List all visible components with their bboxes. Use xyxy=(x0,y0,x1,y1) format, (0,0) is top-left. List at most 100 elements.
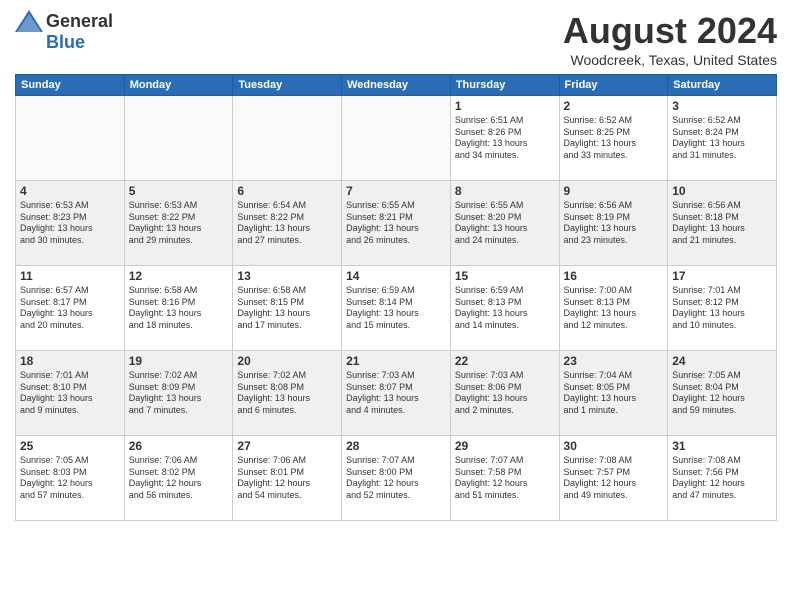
day-info: Sunrise: 6:53 AMSunset: 8:23 PMDaylight:… xyxy=(20,200,120,247)
table-row: 13Sunrise: 6:58 AMSunset: 8:15 PMDayligh… xyxy=(233,266,342,351)
col-sunday: Sunday xyxy=(16,75,125,96)
day-info: Sunrise: 6:55 AMSunset: 8:21 PMDaylight:… xyxy=(346,200,446,247)
day-number: 3 xyxy=(672,99,772,113)
day-info: Sunrise: 7:02 AMSunset: 8:09 PMDaylight:… xyxy=(129,370,229,417)
table-row: 18 Sunrise: 7:01 AMSunset: 8:10 PMDayligh… xyxy=(16,351,125,436)
day-info: Sunrise: 6:57 AMSunset: 8:17 PMDaylight:… xyxy=(20,285,120,332)
table-row: 1 Sunrise: 6:51 AMSunset: 8:26 PMDaylight… xyxy=(450,96,559,181)
day-info: Sunrise: 6:53 AMSunset: 8:22 PMDaylight:… xyxy=(129,200,229,247)
day-info: Sunrise: 7:01 AMSunset: 8:10 PMDaylight:… xyxy=(20,370,120,417)
table-row: 31Sunrise: 7:08 AMSunset: 7:56 PMDayligh… xyxy=(668,436,777,521)
table-row xyxy=(16,96,125,181)
day-info: Sunrise: 6:55 AMSunset: 8:20 PMDaylight:… xyxy=(455,200,555,247)
table-row: 17Sunrise: 7:01 AMSunset: 8:12 PMDayligh… xyxy=(668,266,777,351)
day-number: 26 xyxy=(129,439,229,453)
day-number: 1 xyxy=(455,99,555,113)
day-info: Sunrise: 7:04 AMSunset: 8:05 PMDaylight:… xyxy=(564,370,664,417)
table-row: 24 Sunrise: 7:05 AMSunset: 8:04 PMDayligh… xyxy=(668,351,777,436)
day-number: 9 xyxy=(564,184,664,198)
day-info: Sunrise: 7:07 AMSunset: 8:00 PMDaylight:… xyxy=(346,455,446,502)
table-row: 16 Sunrise: 7:00 AMSunset: 8:13 PMDayligh… xyxy=(559,266,668,351)
table-row: 29 Sunrise: 7:07 AMSunset: 7:58 PMDayligh… xyxy=(450,436,559,521)
calendar-week-row: 4 Sunrise: 6:53 AMSunset: 8:23 PMDaylight… xyxy=(16,181,777,266)
day-number: 21 xyxy=(346,354,446,368)
month-title: August 2024 xyxy=(563,10,777,52)
day-number: 20 xyxy=(237,354,337,368)
day-number: 15 xyxy=(455,269,555,283)
table-row: 10 Sunrise: 6:56 AMSunset: 8:18 PMDayligh… xyxy=(668,181,777,266)
location: Woodcreek, Texas, United States xyxy=(563,52,777,68)
day-info: Sunrise: 7:00 AMSunset: 8:13 PMDaylight:… xyxy=(564,285,664,332)
day-number: 27 xyxy=(237,439,337,453)
table-row: 7 Sunrise: 6:55 AMSunset: 8:21 PMDaylight… xyxy=(342,181,451,266)
calendar-header-row: Sunday Monday Tuesday Wednesday Thursday… xyxy=(16,75,777,96)
calendar-week-row: 1 Sunrise: 6:51 AMSunset: 8:26 PMDaylight… xyxy=(16,96,777,181)
col-monday: Monday xyxy=(124,75,233,96)
table-row: 21Sunrise: 7:03 AMSunset: 8:07 PMDayligh… xyxy=(342,351,451,436)
table-row: 20 Sunrise: 7:02 AMSunset: 8:08 PMDayligh… xyxy=(233,351,342,436)
day-info: Sunrise: 6:59 AMSunset: 8:14 PMDaylight:… xyxy=(346,285,446,332)
page: General Blue August 2024 Woodcreek, Texa… xyxy=(0,0,792,531)
table-row: 15 Sunrise: 6:59 AMSunset: 8:13 PMDayligh… xyxy=(450,266,559,351)
day-info: Sunrise: 6:56 AMSunset: 8:18 PMDaylight:… xyxy=(672,200,772,247)
logo: General Blue xyxy=(15,10,113,53)
table-row: 30Sunrise: 7:08 AMSunset: 7:57 PMDayligh… xyxy=(559,436,668,521)
table-row xyxy=(124,96,233,181)
table-row: 3Sunrise: 6:52 AMSunset: 8:24 PMDaylight… xyxy=(668,96,777,181)
day-info: Sunrise: 6:59 AMSunset: 8:13 PMDaylight:… xyxy=(455,285,555,332)
day-info: Sunrise: 7:08 AMSunset: 7:56 PMDaylight:… xyxy=(672,455,772,502)
title-area: August 2024 Woodcreek, Texas, United Sta… xyxy=(563,10,777,68)
day-info: Sunrise: 6:58 AMSunset: 8:16 PMDaylight:… xyxy=(129,285,229,332)
day-number: 14 xyxy=(346,269,446,283)
day-number: 5 xyxy=(129,184,229,198)
table-row: 23 Sunrise: 7:04 AMSunset: 8:05 PMDayligh… xyxy=(559,351,668,436)
table-row: 12Sunrise: 6:58 AMSunset: 8:16 PMDayligh… xyxy=(124,266,233,351)
day-number: 28 xyxy=(346,439,446,453)
table-row: 26Sunrise: 7:06 AMSunset: 8:02 PMDayligh… xyxy=(124,436,233,521)
table-row: 6 Sunrise: 6:54 AMSunset: 8:22 PMDaylight… xyxy=(233,181,342,266)
day-info: Sunrise: 6:56 AMSunset: 8:19 PMDaylight:… xyxy=(564,200,664,247)
day-info: Sunrise: 6:54 AMSunset: 8:22 PMDaylight:… xyxy=(237,200,337,247)
table-row: 25 Sunrise: 7:05 AMSunset: 8:03 PMDayligh… xyxy=(16,436,125,521)
table-row: 5 Sunrise: 6:53 AMSunset: 8:22 PMDaylight… xyxy=(124,181,233,266)
day-info: Sunrise: 7:03 AMSunset: 8:06 PMDaylight:… xyxy=(455,370,555,417)
day-number: 4 xyxy=(20,184,120,198)
table-row: 27 Sunrise: 7:06 AMSunset: 8:01 PMDayligh… xyxy=(233,436,342,521)
day-number: 2 xyxy=(564,99,664,113)
table-row: 19 Sunrise: 7:02 AMSunset: 8:09 PMDayligh… xyxy=(124,351,233,436)
day-number: 19 xyxy=(129,354,229,368)
day-info: Sunrise: 7:06 AMSunset: 8:01 PMDaylight:… xyxy=(237,455,337,502)
calendar-week-row: 11 Sunrise: 6:57 AMSunset: 8:17 PMDayligh… xyxy=(16,266,777,351)
col-saturday: Saturday xyxy=(668,75,777,96)
table-row: 14 Sunrise: 6:59 AMSunset: 8:14 PMDayligh… xyxy=(342,266,451,351)
table-row: 4 Sunrise: 6:53 AMSunset: 8:23 PMDaylight… xyxy=(16,181,125,266)
day-number: 18 xyxy=(20,354,120,368)
day-number: 23 xyxy=(564,354,664,368)
day-info: Sunrise: 6:51 AMSunset: 8:26 PMDaylight:… xyxy=(455,115,555,162)
day-info: Sunrise: 6:52 AMSunset: 8:25 PMDaylight:… xyxy=(564,115,664,162)
col-friday: Friday xyxy=(559,75,668,96)
day-number: 24 xyxy=(672,354,772,368)
day-number: 22 xyxy=(455,354,555,368)
day-info: Sunrise: 7:05 AMSunset: 8:03 PMDaylight:… xyxy=(20,455,120,502)
day-number: 10 xyxy=(672,184,772,198)
day-number: 13 xyxy=(237,269,337,283)
table-row xyxy=(342,96,451,181)
table-row xyxy=(233,96,342,181)
day-info: Sunrise: 7:02 AMSunset: 8:08 PMDaylight:… xyxy=(237,370,337,417)
day-number: 17 xyxy=(672,269,772,283)
day-number: 29 xyxy=(455,439,555,453)
col-wednesday: Wednesday xyxy=(342,75,451,96)
table-row: 2 Sunrise: 6:52 AMSunset: 8:25 PMDaylight… xyxy=(559,96,668,181)
table-row: 11 Sunrise: 6:57 AMSunset: 8:17 PMDayligh… xyxy=(16,266,125,351)
day-number: 16 xyxy=(564,269,664,283)
day-info: Sunrise: 7:05 AMSunset: 8:04 PMDaylight:… xyxy=(672,370,772,417)
day-number: 6 xyxy=(237,184,337,198)
header: General Blue August 2024 Woodcreek, Texa… xyxy=(15,10,777,68)
day-number: 7 xyxy=(346,184,446,198)
calendar-week-row: 18 Sunrise: 7:01 AMSunset: 8:10 PMDayligh… xyxy=(16,351,777,436)
table-row: 9 Sunrise: 6:56 AMSunset: 8:19 PMDaylight… xyxy=(559,181,668,266)
day-number: 25 xyxy=(20,439,120,453)
day-info: Sunrise: 7:07 AMSunset: 7:58 PMDaylight:… xyxy=(455,455,555,502)
day-number: 11 xyxy=(20,269,120,283)
